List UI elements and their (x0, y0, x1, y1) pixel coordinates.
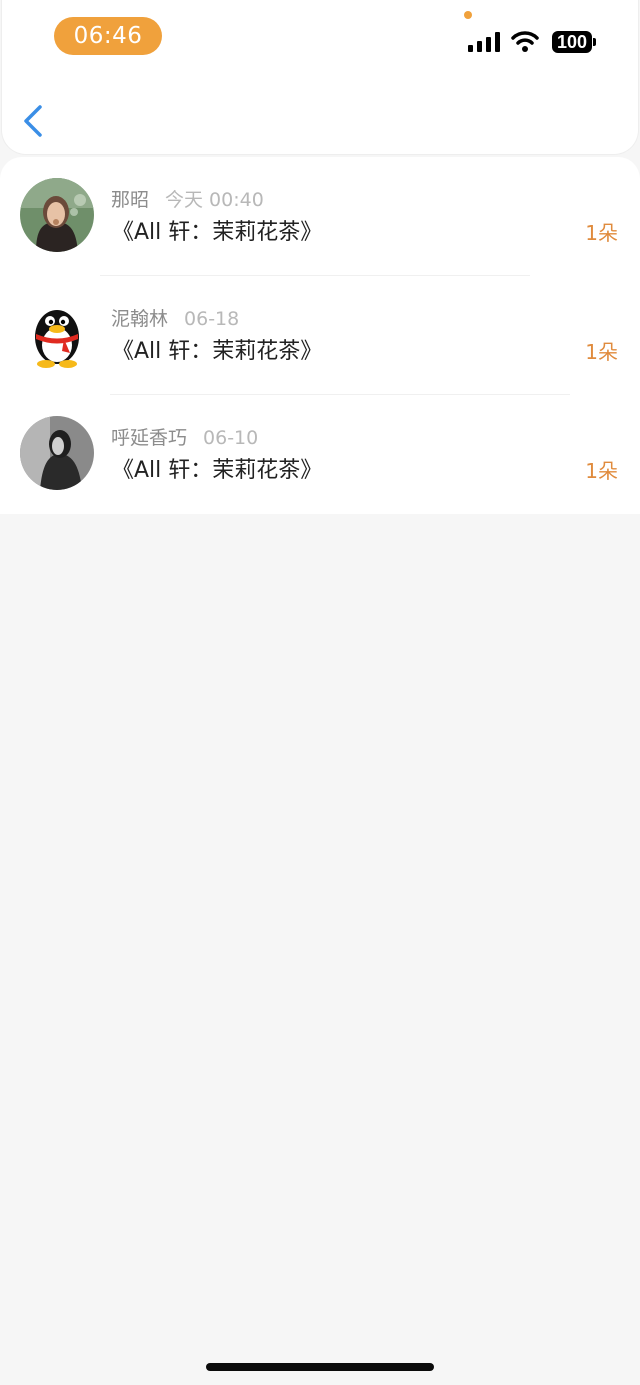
status-time: 06:46 (54, 17, 162, 55)
avatar-photo-icon (20, 178, 94, 252)
gift-title: 《All 轩：茉莉花茶》 (112, 339, 323, 364)
avatar[interactable] (20, 178, 94, 252)
sender-name-text: 那昭 (111, 189, 150, 211)
gift-title: 《All 轩：茉莉花茶》 (112, 220, 323, 245)
list-item[interactable]: 那昭 今天 00:40 《All 轩：茉莉花茶》 1朵 (0, 157, 640, 276)
sent-time: 今天 00:40 (165, 189, 264, 211)
home-indicator[interactable] (206, 1363, 434, 1371)
chevron-left-icon (24, 105, 42, 137)
penguin-avatar-icon (35, 310, 79, 368)
avatar-photo-icon (20, 416, 94, 490)
battery-tip (593, 38, 596, 46)
gift-title: 《All 轩：茉莉花茶》 (112, 458, 323, 483)
flower-count: 1朵 (585, 221, 618, 245)
flower-count: 1朵 (585, 340, 618, 364)
flower-count: 1朵 (585, 459, 618, 483)
battery-indicator: 100 (552, 31, 592, 53)
sender-name: 那昭 今天 00:40 (111, 185, 264, 212)
sender-name-text: 呼延香巧 (111, 427, 188, 449)
signal-icon (468, 32, 500, 52)
sent-time: 06-18 (184, 308, 240, 330)
sender-name-text: 泥翰林 (111, 308, 169, 330)
sender-name: 泥翰林 06-18 (111, 304, 239, 331)
list-item[interactable]: 泥翰林 06-18 《All 轩：茉莉花茶》 1朵 (0, 276, 640, 395)
back-button[interactable] (18, 100, 52, 142)
avatar[interactable] (20, 416, 94, 490)
mic-indicator-dot (464, 11, 472, 19)
gift-list: 那昭 今天 00:40 《All 轩：茉莉花茶》 1朵 泥翰林 06-18 《A… (0, 157, 640, 514)
wifi-icon (511, 31, 539, 52)
sent-time: 06-10 (203, 427, 259, 449)
sender-name: 呼延香巧 06-10 (111, 423, 258, 450)
list-item[interactable]: 呼延香巧 06-10 《All 轩：茉莉花茶》 1朵 (0, 395, 640, 514)
avatar[interactable] (20, 297, 94, 371)
